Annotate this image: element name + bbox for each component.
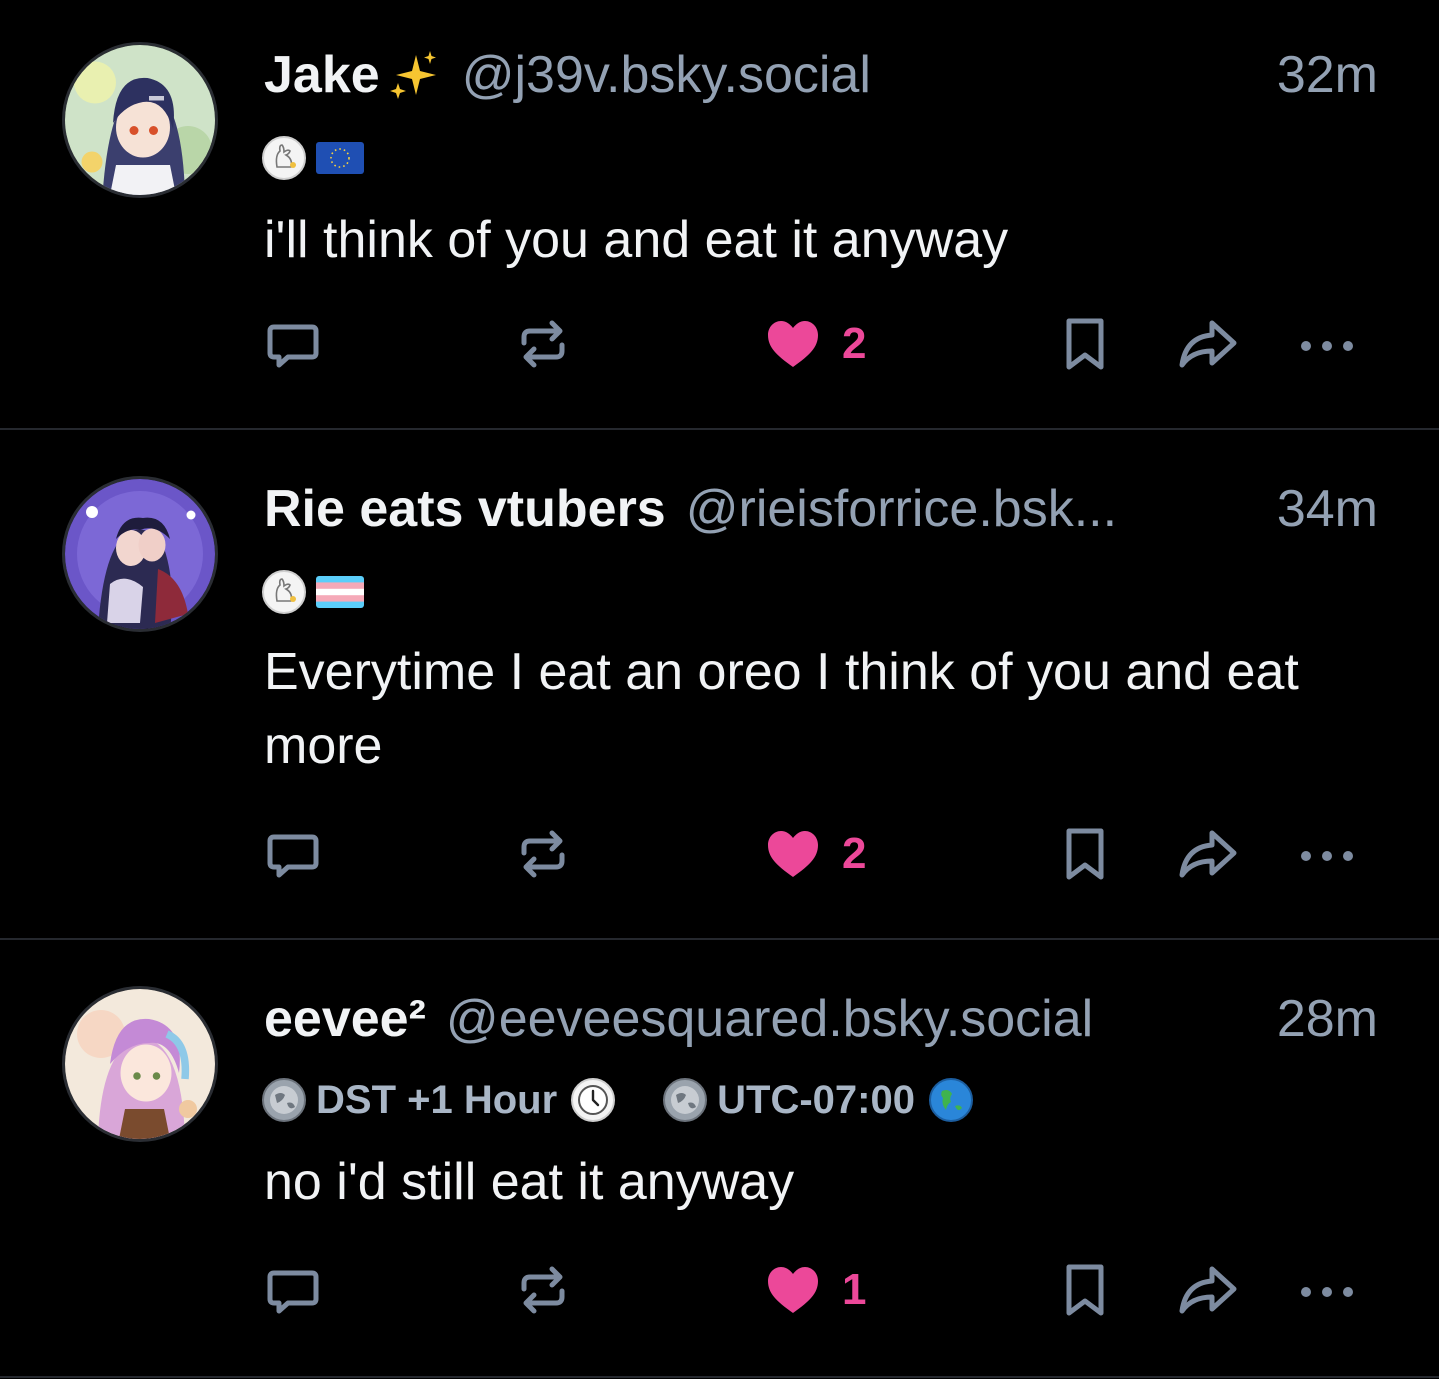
post-text[interactable]: no i'd still eat it anyway <box>264 1145 1384 1219</box>
avatar[interactable] <box>62 476 218 632</box>
avatar[interactable] <box>62 986 218 1142</box>
like-count: 2 <box>842 829 867 878</box>
repost-icon <box>521 830 565 878</box>
feed-post[interactable]: Jake @j39v.bsky.social 32m i'll think of… <box>0 0 1439 428</box>
profile-badges <box>262 133 364 183</box>
ellipsis-icon <box>1301 341 1353 351</box>
more-options-button[interactable] <box>1296 309 1358 379</box>
share-button[interactable] <box>1176 309 1240 379</box>
bookmark-button[interactable] <box>1058 309 1112 379</box>
bookmark-icon <box>1066 318 1104 370</box>
post-actions: 2 <box>0 309 1439 379</box>
earth-badge-icon <box>262 1078 306 1122</box>
repost-button[interactable] <box>512 309 574 379</box>
sparkles-icon <box>386 47 442 103</box>
share-button[interactable] <box>1176 1255 1240 1325</box>
post-feed: Jake @j39v.bsky.social 32m i'll think of… <box>0 0 1439 1379</box>
repost-button[interactable] <box>512 1255 574 1325</box>
reply-button[interactable] <box>262 309 324 379</box>
post-text[interactable]: Everytime I eat an oreo I think of you a… <box>264 635 1384 783</box>
bookmark-icon <box>1066 1264 1104 1316</box>
like-count: 1 <box>842 1265 867 1314</box>
profile-badges <box>262 567 364 617</box>
ellipsis-icon <box>1301 1287 1353 1297</box>
post-actions: 2 <box>0 819 1439 889</box>
post-actions: 1 <box>0 1255 1439 1325</box>
ellipsis-icon <box>1301 851 1353 861</box>
like-button[interactable]: 1 <box>762 1255 866 1325</box>
post-time[interactable]: 34m <box>1277 474 1378 544</box>
post-text[interactable]: i'll think of you and eat it anyway <box>264 203 1384 277</box>
reply-icon <box>267 1270 319 1314</box>
reply-icon <box>267 834 319 878</box>
handle[interactable]: @eeveesquared.bsky.social <box>446 984 1253 1054</box>
bookmark-button[interactable] <box>1058 819 1112 889</box>
like-button[interactable]: 2 <box>762 309 866 379</box>
share-arrow-icon <box>1179 830 1237 878</box>
feed-post[interactable]: Rie eats vtubers @rieisforrice.bsk... 34… <box>0 430 1439 938</box>
display-name[interactable]: Jake <box>264 40 380 110</box>
post-time[interactable]: 32m <box>1277 40 1378 110</box>
reply-icon <box>267 324 319 368</box>
trans-flag-icon <box>316 576 364 608</box>
handle[interactable]: @j39v.bsky.social <box>462 40 1253 110</box>
more-options-button[interactable] <box>1296 819 1358 889</box>
heart-filled-icon <box>768 1267 818 1313</box>
heart-filled-icon <box>768 831 818 877</box>
bookmark-button[interactable] <box>1058 1255 1112 1325</box>
post-divider <box>0 1376 1439 1378</box>
bunny-badge-icon <box>262 136 306 180</box>
earth-badge-icon <box>663 1078 708 1122</box>
reply-button[interactable] <box>262 1255 324 1325</box>
avatar[interactable] <box>62 42 218 198</box>
profile-badges: DST +1 Hour UTC-07:00 <box>262 1075 973 1125</box>
badge-label: UTC-07:00 <box>717 1078 915 1122</box>
display-name[interactable]: Rie eats vtubers <box>264 474 666 544</box>
repost-icon <box>521 1266 565 1314</box>
feed-post[interactable]: eevee² @eeveesquared.bsky.social 28m DST… <box>0 940 1439 1376</box>
heart-filled-icon <box>768 321 818 367</box>
share-arrow-icon <box>1179 320 1237 368</box>
display-name[interactable]: eevee² <box>264 984 426 1054</box>
like-count: 2 <box>842 319 867 368</box>
share-arrow-icon <box>1179 1266 1237 1314</box>
eu-flag-icon <box>316 142 364 174</box>
more-options-button[interactable] <box>1296 1255 1358 1325</box>
reply-button[interactable] <box>262 819 324 889</box>
post-header: Jake @j39v.bsky.social 32m <box>264 40 1378 110</box>
globe-americas-icon <box>929 1078 973 1122</box>
share-button[interactable] <box>1176 819 1240 889</box>
repost-icon <box>521 320 565 368</box>
post-header: eevee² @eeveesquared.bsky.social 28m <box>264 984 1378 1054</box>
clock-icon <box>571 1078 616 1122</box>
repost-button[interactable] <box>512 819 574 889</box>
post-time[interactable]: 28m <box>1277 984 1378 1054</box>
post-header: Rie eats vtubers @rieisforrice.bsk... 34… <box>264 474 1378 544</box>
like-button[interactable]: 2 <box>762 819 866 889</box>
bunny-badge-icon <box>262 570 306 614</box>
badge-label: DST +1 Hour <box>316 1078 558 1122</box>
handle[interactable]: @rieisforrice.bsk... <box>686 474 1253 544</box>
bookmark-icon <box>1066 828 1104 880</box>
